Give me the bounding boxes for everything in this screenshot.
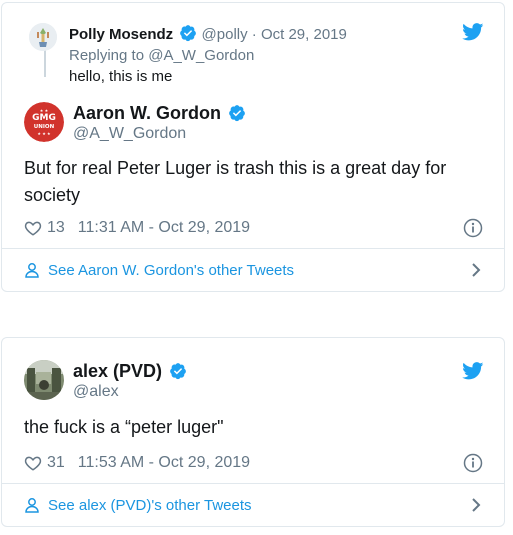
divider <box>2 483 504 484</box>
parent-tweet[interactable]: Polly Mosendz @polly · Oct 29, 2019 Repl… <box>29 15 464 85</box>
like-count[interactable]: 13 <box>47 218 65 238</box>
avatar[interactable] <box>29 23 57 51</box>
heart-icon[interactable] <box>24 454 42 472</box>
tweet-timestamp[interactable]: 11:53 AM - Oct 29, 2019 <box>78 453 250 473</box>
info-icon[interactable] <box>463 453 483 473</box>
svg-text:★ ★ ★: ★ ★ ★ <box>37 131 51 136</box>
tweet-timestamp[interactable]: 11:31 AM - Oct 29, 2019 <box>78 218 250 238</box>
svg-text:★ ★: ★ ★ <box>40 108 49 113</box>
avatar-text-union: UNION <box>34 124 55 130</box>
verified-badge-icon <box>169 362 187 380</box>
see-other-tweets-link[interactable]: See Aaron W. Gordon's other Tweets <box>24 259 482 281</box>
author-name[interactable]: alex (PVD) <box>73 360 187 382</box>
replying-to-label[interactable]: Replying to @A_W_Gordon <box>69 46 254 66</box>
tweet-date[interactable]: Oct 29, 2019 <box>261 26 347 43</box>
see-other-tweets-label[interactable]: See alex (PVD)'s other Tweets <box>48 497 252 514</box>
tweet-card-2: alex (PVD) @alex the fuck is a “peter lu… <box>1 337 505 527</box>
author-name[interactable]: Polly Mosendz <box>69 26 173 43</box>
parent-tweet-header: Polly Mosendz @polly · Oct 29, 2019 <box>69 24 347 45</box>
person-icon <box>24 497 40 513</box>
author-handle[interactable]: @alex <box>73 382 119 402</box>
twitter-bird-icon[interactable] <box>462 23 484 41</box>
author-name[interactable]: Aaron W. Gordon <box>73 102 246 124</box>
parent-tweet-text: hello, this is me <box>69 68 173 85</box>
tweet-text: But for real Peter Luger is trash this i… <box>24 158 447 205</box>
tweet-card-1: Polly Mosendz @polly · Oct 29, 2019 Repl… <box>1 2 505 292</box>
avatar-text-gmg: GMG <box>32 113 56 123</box>
verified-badge-icon <box>228 104 246 122</box>
verified-badge-icon <box>179 24 197 42</box>
author-handle[interactable]: @polly <box>202 26 248 43</box>
divider <box>2 248 504 249</box>
author-name-text[interactable]: Aaron W. Gordon <box>73 103 221 123</box>
see-other-tweets-label[interactable]: See Aaron W. Gordon's other Tweets <box>48 262 294 279</box>
avatar[interactable]: GMG UNION ★ ★ ★ ★ ★ <box>24 102 64 142</box>
chevron-right-icon[interactable] <box>470 497 482 513</box>
tweet-meta: 13 11:31 AM - Oct 29, 2019 <box>24 218 250 238</box>
see-other-tweets-link[interactable]: See alex (PVD)'s other Tweets <box>24 494 482 516</box>
avatar[interactable] <box>24 360 64 400</box>
tweet-text: the fuck is a “peter luger" <box>24 417 224 437</box>
heart-icon[interactable] <box>24 219 42 237</box>
person-icon <box>24 262 40 278</box>
twitter-bird-icon[interactable] <box>462 362 484 380</box>
separator: · <box>251 26 257 43</box>
chevron-right-icon[interactable] <box>470 262 482 278</box>
tweet-meta: 31 11:53 AM - Oct 29, 2019 <box>24 453 250 473</box>
author-handle[interactable]: @A_W_Gordon <box>73 124 186 144</box>
author-name-text[interactable]: alex (PVD) <box>73 361 162 381</box>
like-count[interactable]: 31 <box>47 453 65 473</box>
info-icon[interactable] <box>463 218 483 238</box>
